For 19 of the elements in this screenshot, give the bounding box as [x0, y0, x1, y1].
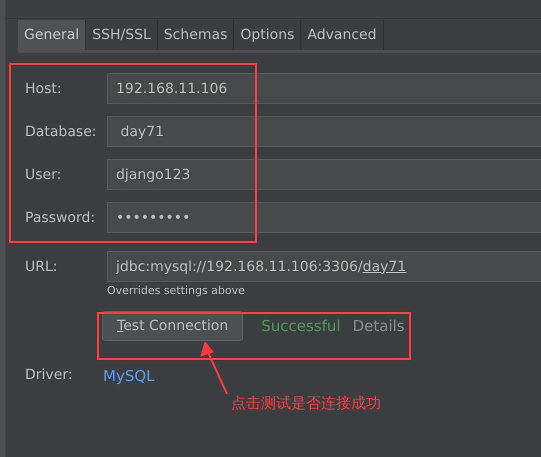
field-label: Host:: [25, 80, 63, 96]
input-field[interactable]: jdbc:mysql://192.168.11.106:3306/day71: [107, 251, 541, 282]
input-field[interactable]: •••••••••: [107, 202, 541, 233]
input-field[interactable]: 192.168.11.106: [107, 73, 541, 104]
driver-link[interactable]: MySQL: [103, 367, 155, 385]
arrow-drawing: [198, 340, 230, 396]
field-label: Driver:: [25, 367, 74, 385]
tab[interactable]: General: [18, 20, 86, 50]
status-text: Successful: [261, 317, 341, 335]
annotation-text: 点击测试是否连接成功: [231, 394, 381, 413]
field-label: Password:: [25, 210, 96, 226]
field-label: URL:: [25, 258, 58, 274]
input-field[interactable]: day71: [107, 116, 541, 147]
field-label: Database:: [25, 124, 98, 140]
details-link[interactable]: Details: [352, 317, 405, 335]
field-label: User:: [25, 166, 62, 182]
input-field[interactable]: django123: [107, 159, 541, 190]
test-connection-button[interactable]: Test Connection: [102, 311, 244, 341]
hint-text: Overrides settings above: [107, 284, 246, 297]
